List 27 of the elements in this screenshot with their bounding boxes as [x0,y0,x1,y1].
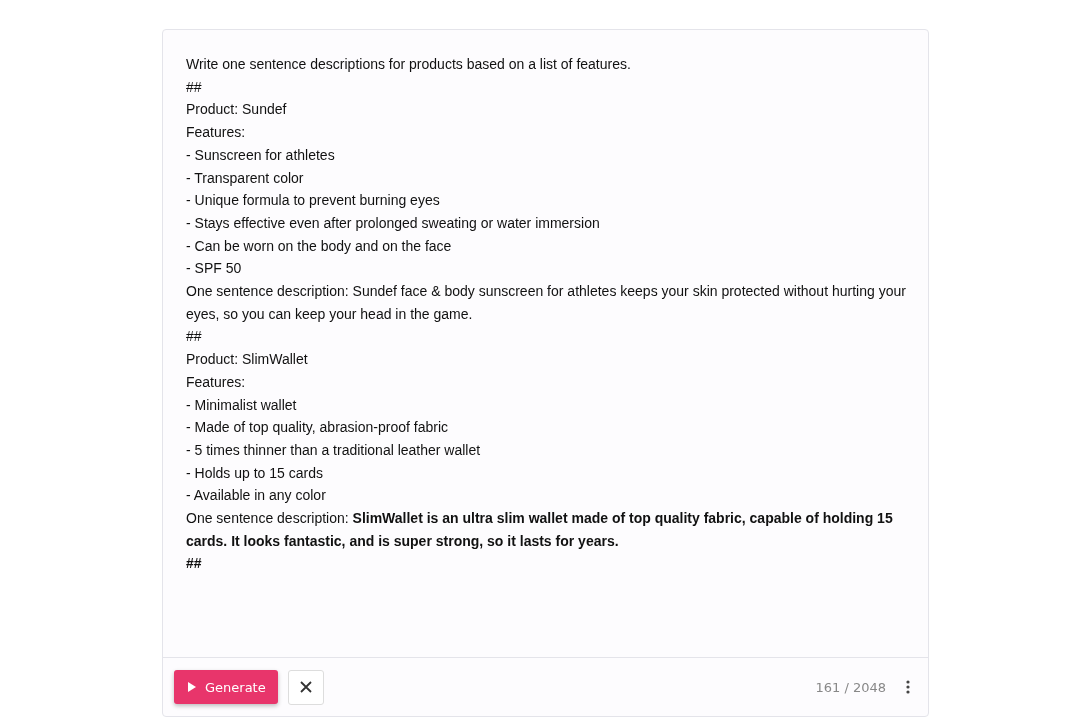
close-button[interactable] [287,669,324,705]
prompt-line: - Can be worn on the body and on the face [186,236,453,256]
token-count: 161 / 2048 [815,679,886,695]
prompt-line: Product: Sundef [186,100,288,120]
prompt-line: Product: SlimWallet [186,350,309,370]
prompt-line: - Available in any color [186,486,327,506]
close-icon [299,681,312,693]
prompt-line: Write one sentence descriptions for products based on a list of features. [186,55,632,74]
prompt-line: - Unique formula to prevent burning eyes [186,191,441,211]
prompt-line: - Holds up to 15 cards [186,463,324,483]
prompt-line: - Sunscreen for athletes [186,145,336,165]
prompt-line: - 5 times thinner than a traditional leather wallet [186,440,482,460]
prompt-line: - Transparent color [186,168,305,188]
prompt-line: Features: [186,372,247,392]
prompt-line: - Made of top quality, abrasion-proof fabric [186,418,449,438]
prompt-line: One sentence description: Sundef face & body sunscreen for athletes keeps your skin protected without hurting your eyes, so you can keep your head in the game. [186,282,906,324]
prompt-line: - Minimalist wallet [186,395,298,415]
more-options-icon[interactable] [906,680,910,694]
prompt-line: ## [186,77,203,97]
prompt-line: Features: [186,123,247,143]
prompt-line: One sentence description: SlimWallet is an ultra slim wallet made of top quality fabric, capable of holding 15 cards. It looks fantastic, and is super strong, so it lasts for years. [186,509,894,551]
play-icon [188,682,196,692]
prompt-line: ## [186,554,203,574]
prompt-line: - SPF 50 [186,259,243,279]
generate-button[interactable]: Generate [174,670,278,704]
prompt-line: - Stays effective even after prolonged sweating or water immersion [186,213,601,233]
prompt-line: ## [186,327,203,347]
